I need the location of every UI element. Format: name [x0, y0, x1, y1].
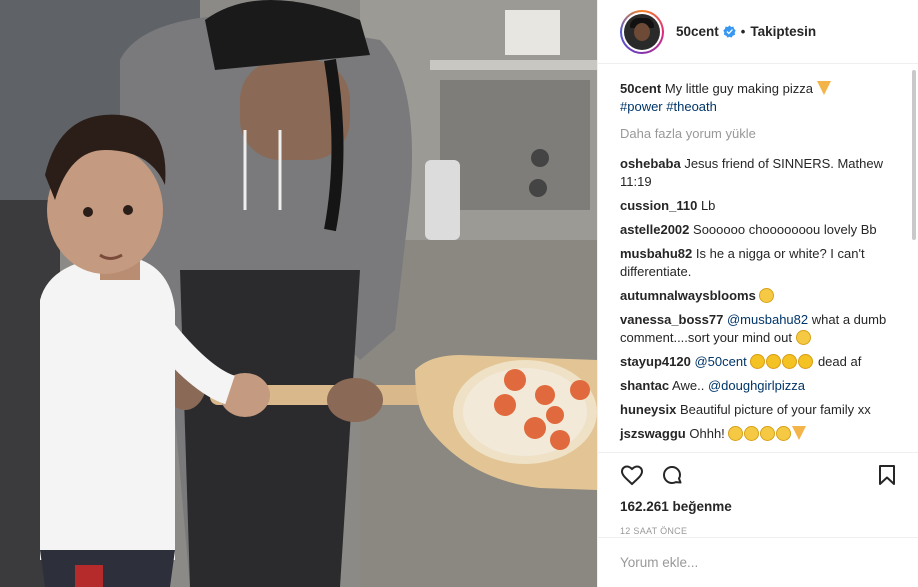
- header-username[interactable]: 50cent: [676, 24, 719, 39]
- comment-item: cussion_110 Lb: [620, 197, 904, 215]
- kitchen-photo-illustration: [0, 0, 597, 587]
- comment-item: vanessa_boss77 @musbahu82 what a dumb co…: [620, 311, 904, 347]
- comment-text: Beautiful picture of your family xx: [679, 402, 871, 417]
- comment-username[interactable]: oshebaba: [620, 156, 681, 171]
- post-side-panel: 50cent • Takiptesin 50cent My little guy…: [597, 0, 918, 587]
- mention-link[interactable]: @50cent: [694, 354, 746, 369]
- instagram-post: 50cent • Takiptesin 50cent My little guy…: [0, 0, 918, 587]
- comment-username[interactable]: musbahu82: [620, 246, 692, 261]
- comment-input[interactable]: [620, 555, 897, 570]
- hashtag-link[interactable]: #power: [620, 99, 663, 114]
- comment-text: Awe..: [672, 378, 705, 393]
- smile-emoji-icon: [728, 426, 744, 441]
- comment-item: huneysix Beautiful picture of your famil…: [620, 401, 904, 419]
- add-comment-bar: [598, 537, 918, 587]
- caption-username[interactable]: 50cent: [620, 81, 661, 96]
- comment-username[interactable]: huneysix: [620, 402, 676, 417]
- comment-username[interactable]: jszswaggu: [620, 426, 686, 441]
- avatar: [624, 13, 660, 50]
- mention-link[interactable]: @doughgirlpizza: [708, 378, 805, 393]
- comment-text: Lb: [700, 198, 716, 213]
- comments-list[interactable]: 50cent My little guy making pizza #power…: [598, 72, 904, 450]
- comment-item: shantac Awe.. @doughgirlpizza: [620, 377, 904, 395]
- comment-username[interactable]: stayup4120: [620, 354, 691, 369]
- following-button[interactable]: Takiptesin: [750, 24, 816, 39]
- heart-icon[interactable]: [620, 463, 644, 487]
- laughing-emoji-icon: [798, 354, 814, 369]
- comment-username[interactable]: astelle2002: [620, 222, 689, 237]
- comment-item: musbahu82 Is he a nigga or white? I can'…: [620, 245, 904, 281]
- comment-username[interactable]: cussion_110: [620, 198, 697, 213]
- comments-scrollbar[interactable]: [912, 70, 916, 240]
- annoyed-emoji-icon: [795, 330, 811, 345]
- comment-username[interactable]: vanessa_boss77: [620, 312, 723, 327]
- pizza-emoji-icon: [792, 426, 807, 440]
- caption: 50cent My little guy making pizza #power…: [620, 80, 904, 116]
- verified-badge-icon: [723, 25, 736, 38]
- comment-item: oshebaba Jesus friend of SINNERS. Mathew…: [620, 155, 904, 191]
- comment-item: stayup4120 @50cent dead af: [620, 353, 904, 371]
- action-icons-row: [598, 457, 918, 493]
- laughing-emoji-icon: [750, 354, 766, 369]
- smile-emoji-icon: [759, 288, 775, 303]
- comment-bubble-icon[interactable]: [660, 463, 684, 487]
- load-more-comments-button[interactable]: Daha fazla yorum yükle: [620, 126, 904, 141]
- laughing-emoji-icon: [782, 354, 798, 369]
- post-timestamp[interactable]: 12 SAAT ÖNCE: [598, 514, 918, 536]
- header-separator: •: [740, 24, 746, 39]
- post-actions: 162.261 beğenme 12 SAAT ÖNCE: [598, 452, 918, 587]
- likes-count[interactable]: 162.261 beğenme: [598, 493, 918, 514]
- story-ring[interactable]: [620, 9, 664, 54]
- hashtag-link[interactable]: #theoath: [666, 99, 717, 114]
- comment-username[interactable]: autumnalwaysblooms: [620, 288, 756, 303]
- post-photo[interactable]: [0, 0, 597, 587]
- laughing-emoji-icon: [766, 354, 782, 369]
- mention-link[interactable]: @musbahu82: [727, 312, 808, 327]
- smile-emoji-icon: [760, 426, 776, 441]
- comment-text: Ohhh!: [689, 426, 725, 441]
- caption-text: My little guy making pizza: [664, 81, 813, 96]
- post-header: 50cent • Takiptesin: [598, 0, 918, 64]
- comment-item: autumnalwaysblooms: [620, 287, 904, 305]
- comment-text: Soooooo chooooooou lovely Bb: [693, 222, 877, 237]
- comment-item: jszswaggu Ohhh!: [620, 425, 904, 443]
- comment-text: dead af: [817, 354, 862, 369]
- comment-item: astelle2002 Soooooo chooooooou lovely Bb: [620, 221, 904, 239]
- comment-username[interactable]: shantac: [620, 378, 669, 393]
- pizza-emoji-icon: [816, 81, 831, 95]
- bookmark-icon[interactable]: [877, 464, 897, 486]
- smile-emoji-icon: [776, 426, 792, 441]
- smile-emoji-icon: [744, 426, 760, 441]
